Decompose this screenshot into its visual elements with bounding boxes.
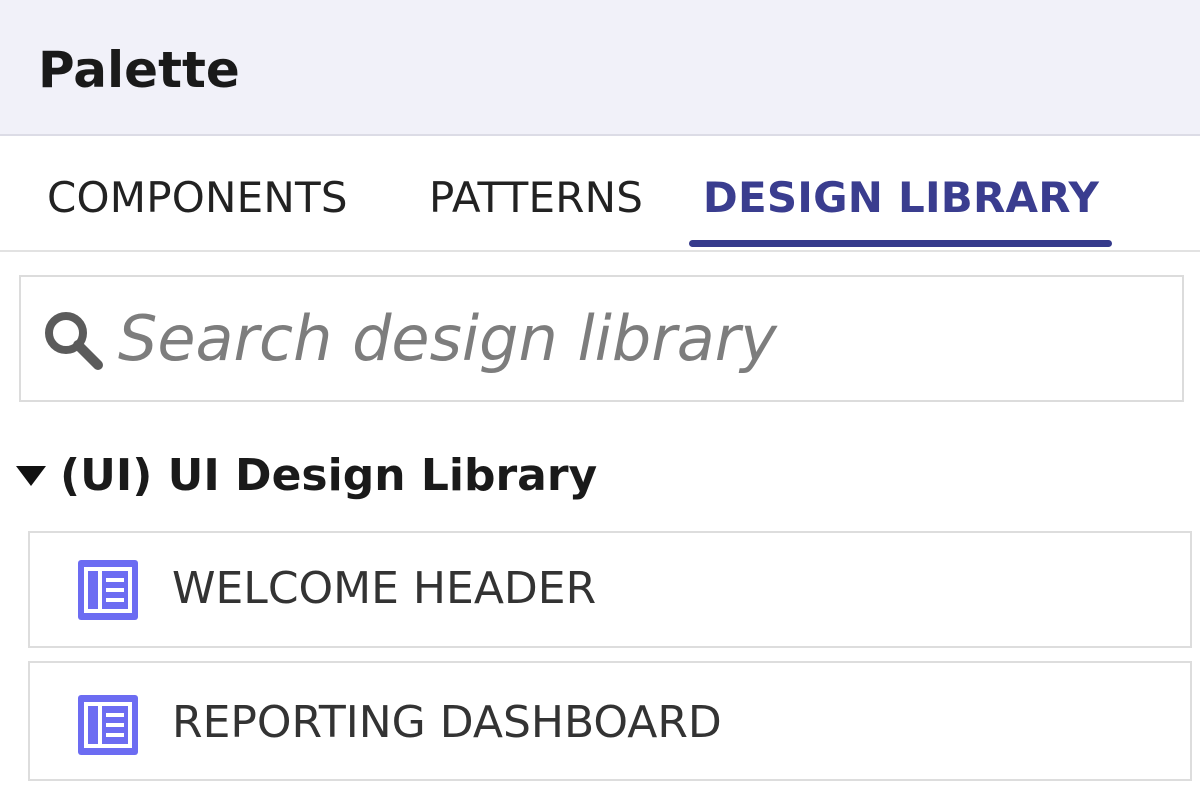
search-input[interactable] [118, 286, 1158, 390]
search-icon [45, 312, 103, 370]
library-item-reporting-dashboard[interactable]: REPORTING DASHBOARD [28, 661, 1192, 781]
library-group-label: (UI) UI Design Library [60, 449, 598, 501]
layout-icon [78, 695, 138, 755]
library-group-header[interactable]: (UI) UI Design Library [10, 440, 597, 510]
tab-patterns[interactable]: PATTERNS [429, 168, 643, 248]
layout-icon [78, 560, 138, 620]
palette-panel: Palette COMPONENTS PATTERNS DESIGN LIBRA… [0, 0, 1200, 787]
active-tab-indicator [689, 240, 1112, 247]
panel-header: Palette [0, 0, 1200, 136]
library-item-label: REPORTING DASHBOARD [172, 697, 722, 748]
caret-down-icon [16, 466, 46, 486]
library-item-label: WELCOME HEADER [172, 563, 597, 614]
tab-components[interactable]: COMPONENTS [47, 168, 348, 248]
tab-bar: COMPONENTS PATTERNS DESIGN LIBRARY [0, 138, 1200, 252]
tab-design-library[interactable]: DESIGN LIBRARY [690, 168, 1112, 248]
library-item-welcome-header[interactable]: WELCOME HEADER [28, 531, 1192, 648]
panel-title: Palette [38, 41, 240, 99]
